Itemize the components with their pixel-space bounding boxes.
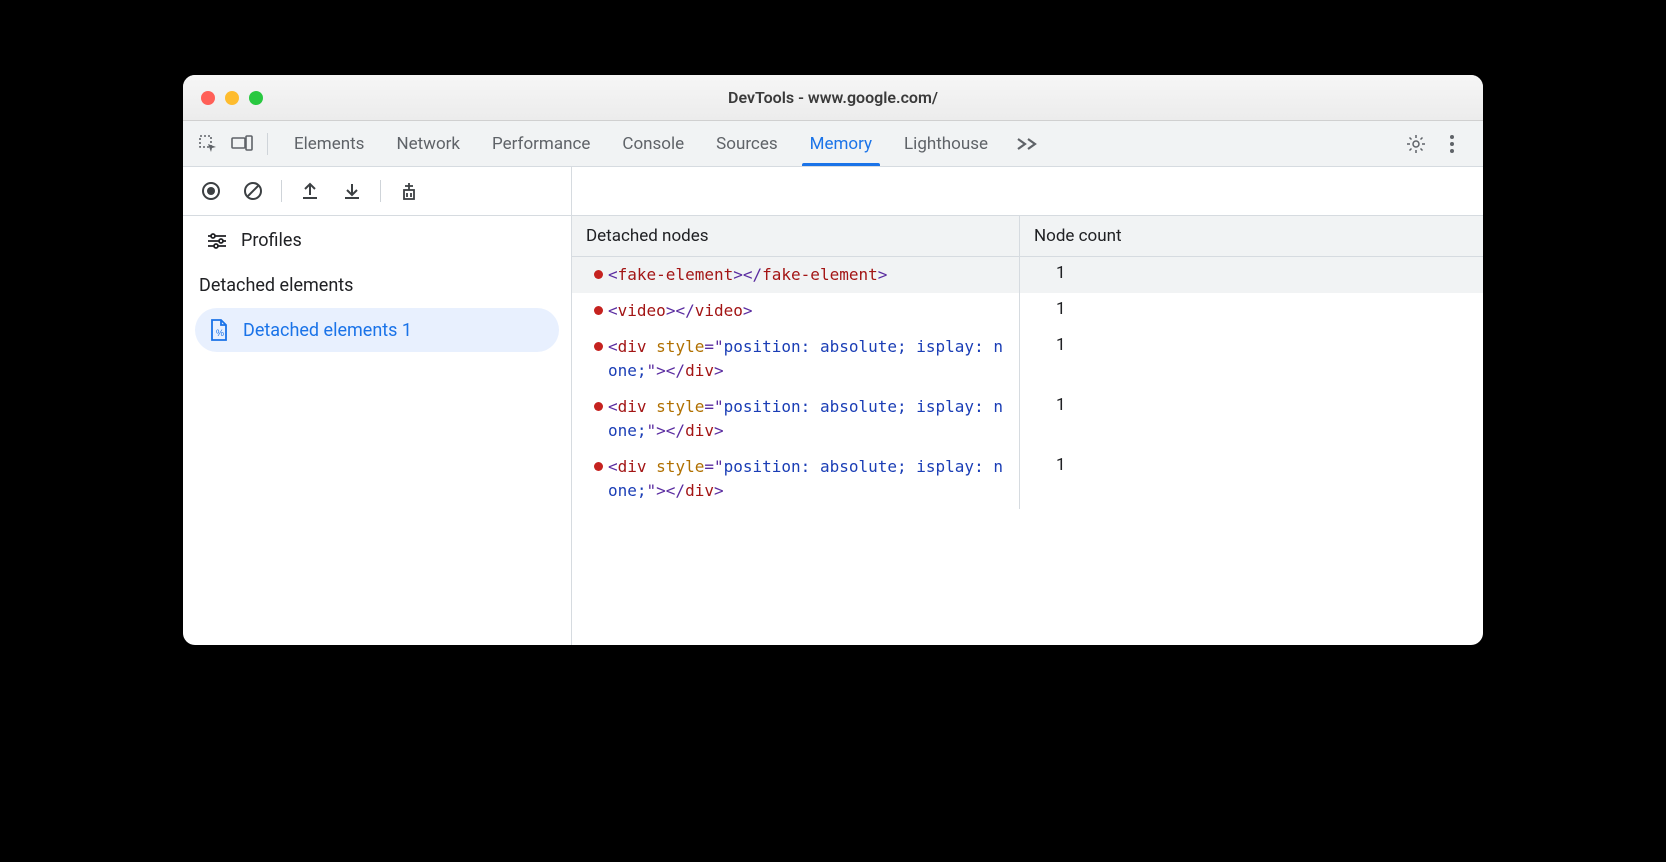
separator bbox=[267, 133, 268, 155]
bullet-icon bbox=[594, 342, 603, 351]
collect-garbage-icon[interactable] bbox=[393, 175, 425, 207]
settings-icon[interactable] bbox=[1401, 129, 1431, 159]
table-row[interactable]: <div style="position: absolute; isplay: … bbox=[572, 449, 1483, 509]
bullet-icon bbox=[594, 306, 603, 315]
profiles-header: Profiles bbox=[183, 216, 571, 265]
table-header: Detached nodes Node count bbox=[572, 216, 1483, 257]
record-icon[interactable] bbox=[195, 175, 227, 207]
sidebar: Profiles Detached elements % Detached el… bbox=[183, 167, 572, 645]
minimize-window-button[interactable] bbox=[225, 91, 239, 105]
profile-item-detached-elements-1[interactable]: % Detached elements 1 bbox=[195, 308, 559, 352]
tab-console[interactable]: Console bbox=[606, 121, 700, 166]
window-title: DevTools - www.google.com/ bbox=[183, 88, 1483, 107]
sliders-icon bbox=[207, 232, 227, 250]
cell-detached-node: <fake-element></fake-element> bbox=[572, 257, 1020, 293]
clear-icon[interactable] bbox=[237, 175, 269, 207]
download-icon[interactable] bbox=[336, 175, 368, 207]
devtools-window: DevTools - www.google.com/ ElementsNetwo… bbox=[183, 75, 1483, 645]
cell-node-count: 1 bbox=[1020, 389, 1483, 449]
table-row[interactable]: <div style="position: absolute; isplay: … bbox=[572, 389, 1483, 449]
more-options-icon[interactable] bbox=[1437, 129, 1467, 159]
cell-detached-node: <div style="position: absolute; isplay: … bbox=[572, 389, 1020, 449]
profile-item-label: Detached elements 1 bbox=[243, 320, 412, 341]
bullet-icon bbox=[594, 462, 603, 471]
separator bbox=[380, 180, 381, 202]
tab-elements[interactable]: Elements bbox=[278, 121, 380, 166]
traffic-lights bbox=[183, 91, 263, 105]
close-window-button[interactable] bbox=[201, 91, 215, 105]
tab-network[interactable]: Network bbox=[380, 121, 476, 166]
cell-node-count: 1 bbox=[1020, 449, 1483, 509]
main-panel: Detached nodes Node count <fake-element>… bbox=[572, 167, 1483, 645]
device-toolbar-icon[interactable] bbox=[227, 129, 257, 159]
titlebar: DevTools - www.google.com/ bbox=[183, 75, 1483, 121]
cell-detached-node: <video></video> bbox=[572, 293, 1020, 329]
cell-detached-node: <div style="position: absolute; isplay: … bbox=[572, 329, 1020, 389]
column-header-detached-nodes[interactable]: Detached nodes bbox=[572, 216, 1020, 256]
tabbar: ElementsNetworkPerformanceConsoleSources… bbox=[183, 121, 1483, 167]
sidebar-toolbar bbox=[183, 167, 571, 216]
main-toolbar-blank bbox=[572, 167, 1483, 216]
cell-detached-node: <div style="position: absolute; isplay: … bbox=[572, 449, 1020, 509]
cell-node-count: 1 bbox=[1020, 329, 1483, 389]
more-tabs-button[interactable] bbox=[1008, 136, 1046, 152]
detached-elements-section-title: Detached elements bbox=[183, 265, 571, 304]
tab-performance[interactable]: Performance bbox=[476, 121, 606, 166]
cell-node-count: 1 bbox=[1020, 293, 1483, 329]
separator bbox=[281, 180, 282, 202]
tab-lighthouse[interactable]: Lighthouse bbox=[888, 121, 1004, 166]
inspect-element-icon[interactable] bbox=[193, 129, 223, 159]
document-icon: % bbox=[209, 318, 229, 342]
tab-sources[interactable]: Sources bbox=[700, 121, 793, 166]
table-row[interactable]: <fake-element></fake-element>1 bbox=[572, 257, 1483, 293]
bullet-icon bbox=[594, 402, 603, 411]
upload-icon[interactable] bbox=[294, 175, 326, 207]
tab-memory[interactable]: Memory bbox=[794, 121, 888, 166]
bullet-icon bbox=[594, 270, 603, 279]
table-body: <fake-element></fake-element>1<video></v… bbox=[572, 257, 1483, 645]
maximize-window-button[interactable] bbox=[249, 91, 263, 105]
profiles-label: Profiles bbox=[241, 230, 302, 251]
table-row[interactable]: <video></video>1 bbox=[572, 293, 1483, 329]
column-header-node-count[interactable]: Node count bbox=[1020, 216, 1483, 256]
body: Profiles Detached elements % Detached el… bbox=[183, 167, 1483, 645]
cell-node-count: 1 bbox=[1020, 257, 1483, 293]
svg-text:%: % bbox=[216, 328, 224, 338]
table-row[interactable]: <div style="position: absolute; isplay: … bbox=[572, 329, 1483, 389]
